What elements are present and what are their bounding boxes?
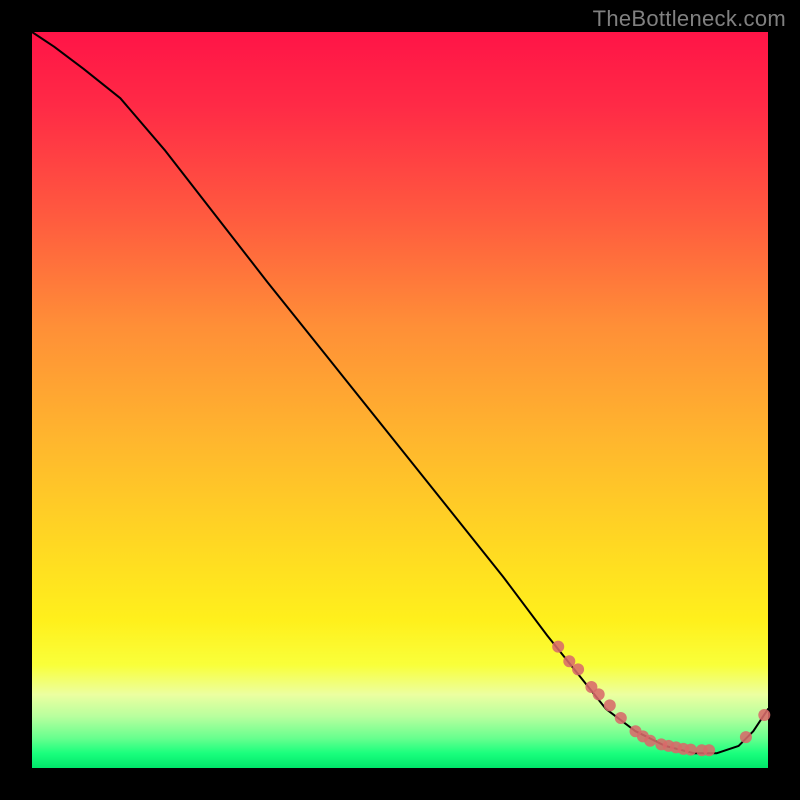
marker-dot bbox=[703, 744, 715, 756]
curve-path bbox=[32, 32, 768, 753]
marker-dot bbox=[593, 688, 605, 700]
marker-dot bbox=[572, 663, 584, 675]
marker-dot bbox=[563, 655, 575, 667]
marker-dot bbox=[615, 712, 627, 724]
marker-group bbox=[552, 641, 770, 757]
chart-container: TheBottleneck.com bbox=[0, 0, 800, 800]
marker-dot bbox=[685, 744, 697, 756]
marker-dot bbox=[552, 641, 564, 653]
curve-layer bbox=[32, 32, 768, 768]
marker-dot bbox=[644, 735, 656, 747]
plot-area bbox=[32, 32, 768, 768]
marker-dot bbox=[604, 699, 616, 711]
marker-dot bbox=[740, 731, 752, 743]
watermark-text: TheBottleneck.com bbox=[593, 6, 786, 32]
marker-dot bbox=[758, 709, 770, 721]
